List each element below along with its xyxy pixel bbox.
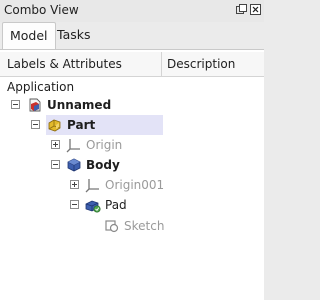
selection-highlight: [46, 115, 163, 135]
tab-bar: Model Tasks: [0, 22, 264, 50]
tab-tasks[interactable]: Tasks: [50, 22, 98, 49]
expand-toggle[interactable]: [70, 180, 79, 189]
tree-header: Labels & Attributes Description: [0, 52, 264, 77]
collapse-toggle[interactable]: [51, 160, 60, 169]
float-icon[interactable]: [236, 4, 247, 15]
tree-item-label: Origin: [86, 138, 123, 152]
title-bar: Combo View: [0, 0, 264, 22]
origin-icon: [66, 137, 82, 153]
origin-icon: [85, 177, 101, 193]
expand-toggle[interactable]: [51, 140, 60, 149]
tree-item-body[interactable]: Body: [0, 155, 264, 175]
column-divider[interactable]: [161, 52, 162, 76]
window-title: Combo View: [4, 3, 79, 17]
tree-item-label: Unnamed: [47, 98, 112, 112]
tree-item-label: Sketch: [124, 219, 165, 233]
tree-root[interactable]: Application: [0, 77, 264, 97]
tree-item-part[interactable]: Part: [0, 115, 264, 135]
sketch-icon: [104, 218, 120, 234]
tree-item-label: Part: [67, 118, 96, 132]
tree-item-origin[interactable]: Origin: [0, 135, 264, 155]
tree-item-label: Origin001: [105, 178, 165, 192]
part-icon: [47, 117, 63, 133]
collapse-toggle[interactable]: [70, 200, 79, 209]
application-label: Application: [7, 80, 75, 94]
tab-model[interactable]: Model: [2, 22, 56, 49]
close-icon[interactable]: [250, 4, 261, 15]
tree-item-origin001[interactable]: Origin001: [0, 175, 264, 195]
tree-item-label: Body: [86, 158, 120, 172]
tree-item-unnamed[interactable]: Unnamed: [0, 95, 264, 115]
tree-item-sketch[interactable]: Sketch: [0, 216, 264, 236]
document-icon: [27, 97, 43, 113]
body-icon: [66, 157, 82, 173]
pad-icon: [85, 197, 101, 213]
column-labels-attributes[interactable]: Labels & Attributes: [7, 52, 122, 76]
tree-item-pad[interactable]: Pad: [0, 195, 264, 215]
tree-item-label: Pad: [105, 198, 127, 212]
collapse-toggle[interactable]: [11, 100, 20, 109]
column-description[interactable]: Description: [167, 52, 235, 76]
collapse-toggle[interactable]: [31, 120, 40, 129]
